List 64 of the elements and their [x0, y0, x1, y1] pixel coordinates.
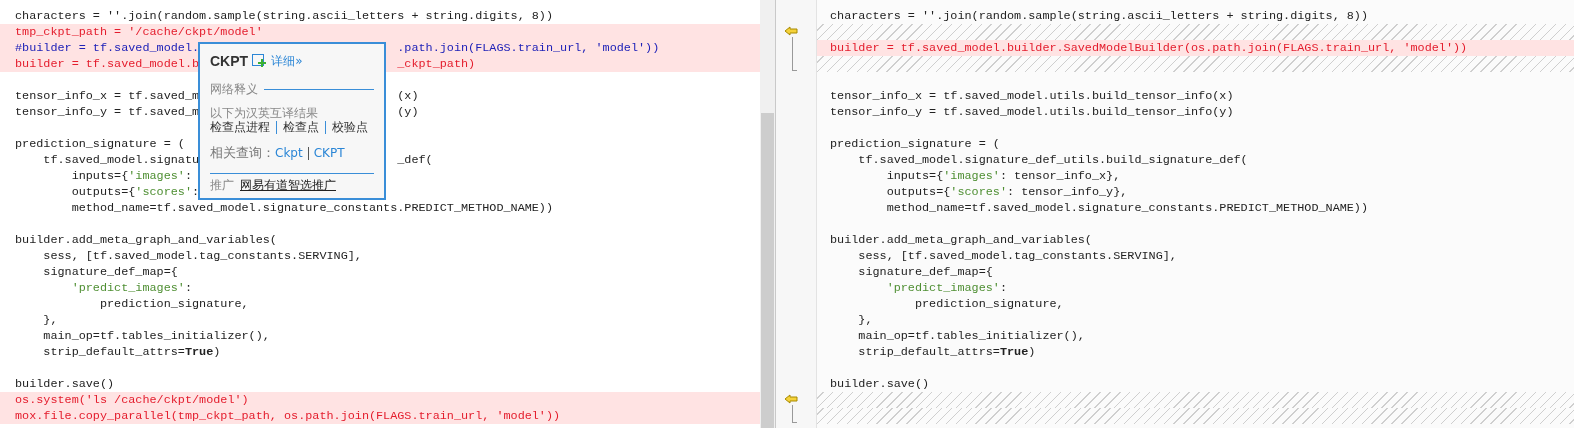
code-text: prediction_signature = ( — [830, 136, 1000, 152]
detail-link[interactable]: 详细» — [271, 52, 303, 70]
code-text: _ckpt_path) — [397, 56, 476, 72]
code-text: signature_def_map={ — [42, 264, 178, 280]
code-text: prediction_signature, — [98, 296, 249, 312]
code-text: builder = tf.saved_model.b — [15, 56, 200, 72]
code-text: prediction_signature = ( — [15, 136, 185, 152]
code-text: main_op=tf.tables_initializer(), — [42, 328, 270, 344]
bracket-line — [792, 405, 797, 423]
add-icon[interactable] — [252, 53, 268, 69]
code-text: builder.save() — [15, 376, 115, 392]
code-text: 'predict_images': — [70, 280, 192, 296]
code-text: .path.join(FLAGS.train_url, 'model')) — [397, 40, 660, 56]
code-text: }, — [857, 312, 873, 328]
arrow-left-icon[interactable] — [784, 394, 798, 404]
code-text: inputs={'images': tensor_info_x}, — [885, 168, 1121, 184]
code-text: tf.saved_model.signature_def_utils.build_signature_def( — [857, 152, 1248, 168]
code-text: strip_default_attrs=True) — [857, 344, 1036, 360]
promo-link[interactable]: 网易有道智选推广 — [240, 178, 336, 192]
related-link[interactable]: CKPT — [307, 146, 350, 160]
code-text: tensor_info_x = tf.saved_m — [15, 88, 200, 104]
code-text: outputs={'scores': tensor_info_y}, — [885, 184, 1128, 200]
code-text: tensor_info_y = tf.saved_model.utils.build_tensor_info(y) — [830, 104, 1234, 120]
code-text: builder.save() — [830, 376, 930, 392]
headword: CKPT — [210, 53, 249, 69]
section-title: 网络释义 — [210, 82, 258, 96]
code-text: main_op=tf.tables_initializer(), — [857, 328, 1085, 344]
code-text: characters = ''.join(random.sample(string.ascii_letters + string.digits, 8)) — [830, 8, 1369, 24]
arrow-left-icon[interactable] — [784, 26, 798, 36]
code-text: signature_def_map={ — [857, 264, 993, 280]
code-text: tensor_info_y = tf.saved_m — [15, 104, 200, 120]
translation-text: 检查点 — [276, 121, 325, 134]
code-text: prediction_signature, — [913, 296, 1064, 312]
code-text: method_name=tf.saved_model.signature_constants.PREDICT_METHOD_NAME)) — [885, 200, 1369, 216]
translation-text: 检查点进程 — [210, 121, 271, 134]
code-text: mox.file.copy_parallel(tmp_ckpt_path, os.path.join(FLAGS.train_url, 'model')) — [15, 408, 561, 424]
code-text: builder = tf.saved_model.builder.SavedModelBuilder(os.path.join(FLAGS.train_url, 'model')) — [830, 40, 1468, 56]
code-text: builder.add_meta_graph_and_variables( — [830, 232, 1092, 248]
translation-text: 校验点 — [325, 121, 374, 134]
scrollbar-thumb[interactable] — [761, 113, 774, 428]
code-text: #builder = tf.saved_model. — [15, 40, 200, 56]
promo-label: 推广 — [210, 178, 234, 192]
code-text: (y) — [397, 104, 419, 120]
code-text: inputs={'images': — [70, 168, 192, 184]
code-text: tf.saved_model.signatu — [42, 152, 200, 168]
code-text: method_name=tf.saved_model.signature_constants.PREDICT_METHOD_NAME)) — [70, 200, 554, 216]
code-text: sess, [tf.saved_model.tag_constants.SERVING], — [42, 248, 362, 264]
scrollbar[interactable] — [760, 0, 775, 428]
code-text: sess, [tf.saved_model.tag_constants.SERVING], — [857, 248, 1177, 264]
code-text: os.system('ls /cache/ckpt/model') — [15, 392, 249, 408]
code-text: strip_default_attrs=True) — [42, 344, 221, 360]
code-text: _def( — [397, 152, 433, 168]
code-text: tmp_ckpt_path = '/cache/ckpt/model' — [15, 24, 263, 40]
related-label: 相关查询： — [210, 144, 275, 162]
code-text: outputs={'scores': — [70, 184, 200, 200]
code-text: tensor_info_x = tf.saved_model.utils.build_tensor_info(x) — [830, 88, 1234, 104]
related-link[interactable]: Ckpt — [275, 146, 308, 160]
code-text: }, — [42, 312, 58, 328]
code-text: builder.add_meta_graph_and_variables( — [15, 232, 277, 248]
code-text: 'predict_images': — [885, 280, 1007, 296]
code-text: (x) — [397, 88, 419, 104]
code-text: characters = ''.join(random.sample(string.ascii_letters + string.digits, 8)) — [15, 8, 554, 24]
note-text: 以下为汉英互译结果 — [210, 106, 319, 120]
bracket-line — [792, 37, 797, 71]
